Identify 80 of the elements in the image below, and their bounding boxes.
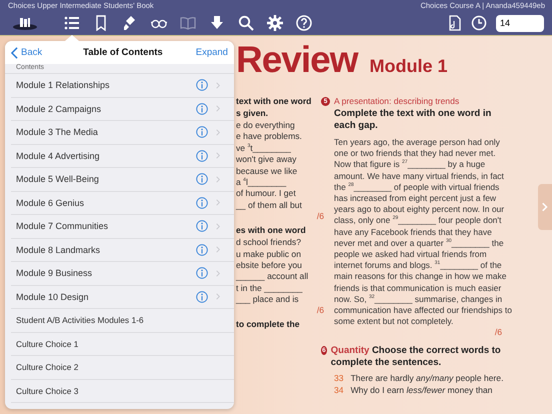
list-item[interactable]: Module 10 Design — [11, 286, 234, 309]
page-heading: Review — [236, 38, 358, 82]
highlighter-icon[interactable] — [122, 15, 138, 31]
list-item[interactable]: Module 1 Relationships — [11, 74, 234, 98]
exercise-instruction: es with one word — [236, 225, 306, 238]
info-icon[interactable] — [196, 244, 208, 256]
list-item[interactable]: Module 8 Landmarks — [11, 238, 234, 262]
sentence: There are hardly any/many people here. — [350, 373, 504, 385]
chevron-icon — [542, 202, 548, 212]
item-number: 33 — [334, 373, 344, 385]
score-label: /6 — [316, 305, 324, 318]
list-item[interactable]: Module 7 Communities — [11, 215, 234, 238]
expand-button[interactable]: Expand — [196, 47, 228, 58]
exercise-instruction: to complete the — [236, 319, 300, 332]
exercise-instruction: s given. — [236, 108, 268, 120]
chevron-icon — [216, 270, 220, 277]
list-item[interactable]: Module 4 Advertising — [11, 144, 234, 168]
info-icon[interactable] — [196, 173, 208, 186]
exercise-instruction: Complete the text with one word in each gap. — [334, 108, 492, 132]
bookshelf-icon[interactable] — [12, 16, 38, 30]
chevron-icon — [216, 105, 220, 112]
list-item[interactable]: Culture Choice 1 — [11, 332, 234, 356]
list-item[interactable]: Module 3 The Media — [11, 121, 234, 144]
page-subheading: Module 1 — [370, 56, 448, 77]
list-item[interactable]: Culture Choice 2 — [11, 356, 234, 380]
text-line: because we like — [236, 166, 298, 177]
sentence: Why do I earn less/fewer money than — [350, 384, 492, 396]
search-icon[interactable] — [238, 15, 254, 31]
exercise-instruction: text with one word — [236, 96, 312, 108]
info-icon[interactable] — [196, 102, 208, 115]
page-number-field[interactable]: 14 — [496, 14, 544, 32]
chevron-icon — [216, 176, 220, 183]
text-line: e do everything — [236, 120, 295, 132]
text-line: ve $^{3}$t________ — [236, 142, 291, 154]
list-item[interactable]: Module 2 Campaigns — [11, 98, 234, 121]
chevron-icon — [216, 293, 220, 300]
document-icon[interactable] — [448, 15, 462, 31]
text-line: e have problems. — [236, 131, 302, 143]
chevron-icon — [11, 46, 18, 58]
list-item[interactable]: Student A/B Activities Modules 1-6 — [11, 309, 234, 332]
info-icon[interactable] — [196, 220, 208, 232]
info-icon[interactable] — [196, 196, 208, 209]
chevron-icon — [216, 82, 220, 89]
item-number: 34 — [334, 384, 344, 396]
score-label: /6 — [494, 327, 502, 338]
info-icon[interactable] — [196, 267, 208, 280]
text-line: ebsite before you — [236, 260, 302, 272]
info-icon[interactable] — [196, 290, 208, 303]
text-line: a $^{4}$l________ — [236, 176, 286, 188]
download-icon[interactable] — [209, 15, 225, 31]
text-line: d school friends? — [236, 237, 301, 249]
chevron-icon — [216, 128, 220, 136]
exercise-heading: A presentation: describing trends — [334, 96, 460, 107]
score-label: /6 — [316, 211, 324, 224]
list-item[interactable]: Culture Choice 3 — [11, 380, 234, 403]
text-line: ___ place and is — [236, 294, 299, 306]
list-icon[interactable] — [64, 15, 80, 31]
chevron-icon — [216, 152, 220, 160]
text-line: won't give away — [236, 154, 296, 166]
list-item[interactable]: Module 5 Well-Being — [11, 168, 234, 192]
exercise-instruction: Quantity Choose the correct words to complete the sentences. — [330, 345, 502, 370]
exercise-text: Ten years ago, the average person had only one or two friends that they had never met. Now that figure is $^{27}$________ by a huge amount. We have many virtual friends, in fact the $^{28}$________ of people with virtual friends has increased from eight percent just a few years ago to about eighty percent now. In our class, only one $^{29}$________ four people don't have any Facebook friends that they have never met and over a quarter $^{30}$________ the people we asked had virtual friends from internet forums and blogs. $^{31}$________ of the main reasons for this change in how we make friends is that communication is much easier now. So, $^{32}$________ summarise, changes in communication have affected our friendships to some extent but not completely. — [334, 137, 512, 328]
history-icon[interactable] — [471, 15, 487, 31]
list-item[interactable]: Module 6 Genius — [11, 192, 234, 215]
info-icon[interactable] — [196, 150, 208, 162]
panel-title: Table of Contents — [83, 47, 163, 58]
chevron-icon — [216, 222, 220, 230]
list-item[interactable]: Module 9 Business — [11, 262, 234, 286]
chevron-icon — [216, 246, 220, 254]
info-icon[interactable] — [196, 126, 208, 138]
chevron-icon — [216, 199, 220, 206]
info-icon[interactable] — [196, 79, 208, 92]
help-icon[interactable] — [296, 15, 312, 31]
text-line: u make public on — [236, 248, 301, 260]
text-line: ______ account all — [236, 271, 308, 283]
text-line: of humour. I get — [236, 188, 296, 200]
settings-icon[interactable] — [267, 15, 283, 31]
back-button[interactable]: Back — [11, 46, 42, 58]
text-line: __ of them all but — [236, 200, 302, 212]
text-line: t in the ________ — [236, 282, 302, 294]
